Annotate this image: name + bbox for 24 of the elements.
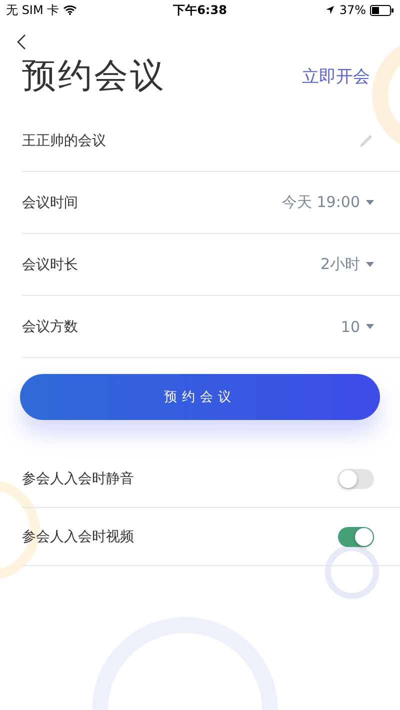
wifi-icon xyxy=(63,5,78,15)
toggle-label: 参会人入会时视频 xyxy=(22,528,134,546)
book-meeting-button[interactable]: 预约会议 xyxy=(20,374,380,420)
location-arrow-icon xyxy=(325,5,336,15)
clock-text: 下午6:38 xyxy=(173,2,227,18)
back-icon[interactable] xyxy=(16,34,28,50)
row-label: 会议方数 xyxy=(22,318,78,336)
caret-icon xyxy=(366,262,374,267)
caret-icon xyxy=(366,324,374,329)
value-dropdown[interactable]: 2小时 xyxy=(320,255,374,274)
toggle-label: 参会人入会时静音 xyxy=(22,470,134,488)
row-label: 会议时长 xyxy=(22,256,78,274)
value-dropdown[interactable]: 10 xyxy=(340,318,374,336)
toggle-switch[interactable] xyxy=(338,468,374,488)
value-dropdown[interactable]: 今天 19:00 xyxy=(282,193,374,212)
start-now-link[interactable]: 立即开会 xyxy=(302,64,370,88)
caret-icon xyxy=(366,200,374,205)
meeting-name: 王正帅的会议 xyxy=(22,132,106,150)
row-label: 会议时间 xyxy=(22,194,78,212)
toggle-switch[interactable] xyxy=(338,526,374,546)
battery-percent: 37% xyxy=(339,3,366,17)
carrier-text: 无 SIM 卡 xyxy=(6,2,60,18)
page-title: 预约会议 xyxy=(22,55,166,98)
battery-icon xyxy=(370,4,394,16)
